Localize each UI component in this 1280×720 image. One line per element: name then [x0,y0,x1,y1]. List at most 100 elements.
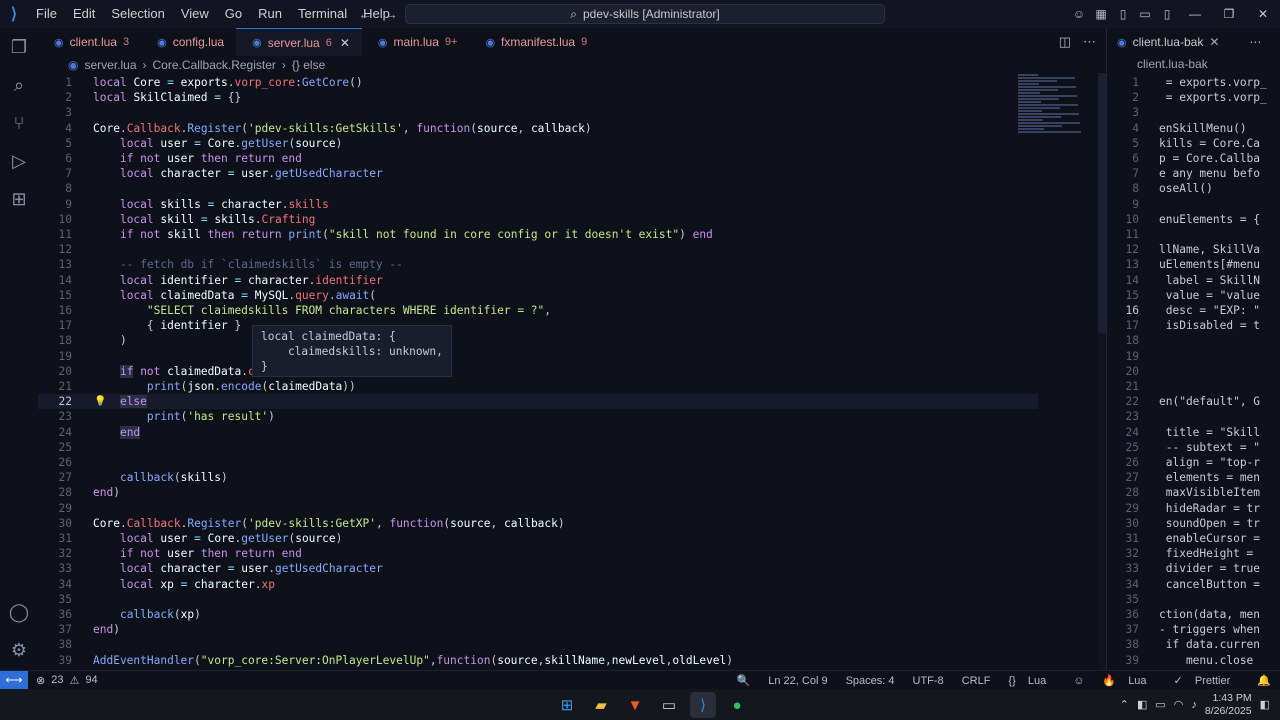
code-line[interactable]: 33 local character = user.getUsedCharact… [38,561,1038,576]
code-line[interactable]: 18 [1107,333,1280,348]
menu-item-file[interactable]: File [28,0,65,28]
code-line[interactable]: 18 ) [38,333,1038,348]
code-line[interactable]: 37 - triggers when [1107,622,1280,637]
cursor-position[interactable]: Ln 22, Col 9 [759,675,836,687]
breadcrumb-symbol[interactable]: Core.Callback.Register [153,58,276,72]
more-actions-icon[interactable]: ⋯ [1249,35,1261,49]
vscode-taskbar-icon[interactable]: ⟩ [690,692,716,718]
code-line[interactable]: 17 { identifier } [38,318,1038,333]
code-line[interactable]: 22 en("default", G [1107,394,1280,409]
code-line[interactable]: 4 enSkillMenu() [1107,121,1280,136]
language-mode[interactable]: {} Lua [999,675,1064,687]
toggle-secondary-sidebar-icon[interactable]: ▯ [1156,7,1178,21]
code-line[interactable]: 8 oseAll() [1107,181,1280,196]
code-line[interactable]: 38 if data.curren [1107,637,1280,652]
tab-fxmanifest-lua[interactable]: ◉ fxmanifest.lua 9 [469,28,599,56]
code-line[interactable]: 1 = exports.vorp_ [1107,75,1280,90]
code-line[interactable]: 32 if not user then return end [38,546,1038,561]
code-line[interactable]: 23 [1107,409,1280,424]
code-line[interactable]: 19 [1107,349,1280,364]
menu-item-view[interactable]: View [173,0,217,28]
code-line[interactable]: 1 local Core = exports.vorp_core:GetCore(… [38,75,1038,90]
breadcrumb-file[interactable]: server.lua [84,58,136,72]
code-line[interactable]: 29 [38,501,1038,516]
code-line[interactable]: 9 [1107,197,1280,212]
code-line[interactable]: 9 local skills = character.skills [38,197,1038,212]
code-line[interactable]: 5 local user = Core.getUser(source) [38,136,1038,151]
code-line[interactable]: 14 local identifier = character.identifi… [38,273,1038,288]
tray-app-icon[interactable]: ◧ [1137,698,1147,711]
code-line[interactable]: 35 [38,592,1038,607]
line-ending[interactable]: CRLF [953,675,1000,687]
copilot-status-icon[interactable]: ☺ [1064,675,1093,687]
code-line[interactable]: 19 [38,349,1038,364]
code-line[interactable]: 28 end) [38,485,1038,500]
error-icon[interactable]: ⊗ [36,674,45,687]
code-line[interactable]: 39 menu.close [1107,653,1280,668]
menu-item-selection[interactable]: Selection [103,0,172,28]
code-line[interactable]: 2 local SkilClaimed = {} [38,90,1038,105]
code-line[interactable]: 11 [1107,227,1280,242]
tab-client-lua-bak[interactable]: client.lua-bak [1133,35,1204,49]
code-line[interactable]: 24 end [38,425,1038,440]
tab-client-lua[interactable]: ◉ client.lua 3 [38,28,141,56]
right-code-editor[interactable]: 1 = exports.vorp_ 2 = exports.vorp_ 3 4 enSk… [1106,73,1280,670]
wifi-icon[interactable]: ◠ [1174,698,1184,711]
code-line[interactable]: 26 [38,455,1038,470]
code-line[interactable]: 3 [38,105,1038,120]
code-line[interactable]: 21 [1107,379,1280,394]
clock[interactable]: 1:43 PM 8/26/2025 [1205,692,1252,718]
code-line[interactable]: 28 maxVisibleItem [1107,485,1280,500]
code-line[interactable]: 34 local xp = character.xp [38,577,1038,592]
toggle-sidebar-icon[interactable]: ▯ [1112,7,1134,21]
explorer-icon[interactable]: ❐ [0,28,38,66]
more-actions-icon[interactable]: ⋯ [1083,34,1096,50]
copilot-icon[interactable]: ☺ [1068,7,1090,21]
code-line[interactable]: 25 [38,440,1038,455]
split-editor-icon[interactable]: ◫ [1059,34,1071,50]
command-center[interactable]: ⌕ pdev-skills [Administrator] [405,4,885,24]
code-line[interactable]: 30 Core.Callback.Register('pdev-skills:Ge… [38,516,1038,531]
brave-browser-icon[interactable]: ▼ [622,692,648,718]
code-line[interactable]: 15 value = "value [1107,288,1280,303]
tray-chevron-icon[interactable]: ⌃ [1120,698,1129,711]
scrollbar-thumb[interactable] [1098,73,1106,333]
windows-start-icon[interactable]: ⊞ [554,692,580,718]
menu-item-run[interactable]: Run [250,0,290,28]
code-line[interactable]: 27 callback(skills) [38,470,1038,485]
warning-icon[interactable]: ⚠ [69,674,79,687]
code-line[interactable]: 16 desc = "EXP: " [1107,303,1280,318]
code-line[interactable]: 39 AddEventHandler("vorp_core:Server:OnPl… [38,653,1038,668]
menu-item-go[interactable]: Go [217,0,250,28]
code-line[interactable]: 13 -- fetch db if `claimedskills` is emp… [38,257,1038,272]
code-line[interactable]: 20 if not claimedData.cla [38,364,1038,379]
remote-indicator-icon[interactable]: ⟷ [0,670,28,690]
volume-icon[interactable]: ♪ [1191,699,1197,711]
code-line[interactable]: 8 [38,181,1038,196]
extensions-icon[interactable]: ⊞ [0,180,38,218]
code-line[interactable]: 38 [38,637,1038,652]
error-count[interactable]: 23 [51,674,63,686]
code-line[interactable]: 14 label = SkillN [1107,273,1280,288]
code-line[interactable]: 25 -- subtext = " [1107,440,1280,455]
code-line[interactable]: 34 cancelButton = [1107,577,1280,592]
tab-main-lua[interactable]: ◉ main.lua 9+ [362,28,470,56]
vertical-scrollbar[interactable] [1098,73,1106,670]
layout-icon[interactable]: ▦ [1090,7,1112,21]
minimap[interactable] [1018,73,1098,153]
close-tab-icon[interactable]: ✕ [1209,35,1219,49]
code-line[interactable]: 12 [38,242,1038,257]
code-line[interactable]: 15 local claimedData = MySQL.query.await… [38,288,1038,303]
run-debug-icon[interactable]: ▷ [0,142,38,180]
code-line[interactable]: 33 divider = true [1107,561,1280,576]
code-line[interactable]: 32 fixedHeight = [1107,546,1280,561]
code-line[interactable]: 31 local user = Core.getUser(source) [38,531,1038,546]
code-line[interactable]: 10 local skill = skills.Crafting [38,212,1038,227]
code-line[interactable]: 7 local character = user.getUsedCharacte… [38,166,1038,181]
code-line[interactable]: 7 e any menu befo [1107,166,1280,181]
terminal-icon[interactable]: ▭ [656,692,682,718]
code-line[interactable]: 26 align = "top-r [1107,455,1280,470]
code-line[interactable]: 24 title = "Skill [1107,425,1280,440]
search-icon[interactable]: ⌕ [0,66,38,104]
code-line[interactable]: 31 enableCursor = [1107,531,1280,546]
